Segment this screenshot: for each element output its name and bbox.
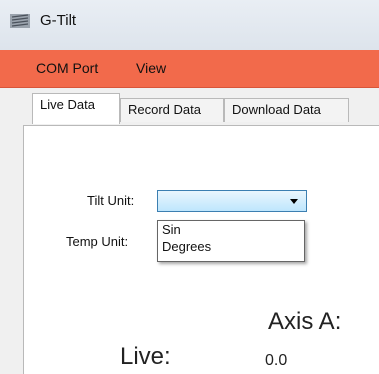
menu-com-port[interactable]: COM Port [36,60,98,76]
tab-record-data[interactable]: Record Data [120,98,224,122]
tab-strip: Live Data Record Data Download Data [0,88,379,126]
tilt-unit-label: Tilt Unit: [87,193,135,208]
app-icon [10,12,30,30]
menu-view[interactable]: View [136,60,166,76]
menu-bar: COM Port View [0,50,379,88]
temp-unit-label: Temp Unit: [66,234,129,249]
app-window: G-Tilt COM Port View Live Data Record Da… [0,0,379,374]
tilt-unit-dropdown-list: Sin Degrees [157,220,305,262]
axis-a-title: Axis A: [268,308,342,335]
chevron-down-icon [290,199,298,204]
tilt-unit-select[interactable] [157,190,307,212]
live-value: 0.0 [265,352,288,369]
tab-download-data[interactable]: Download Data [224,98,349,122]
live-label: Live: [120,343,171,370]
option-sin[interactable]: Sin [162,222,181,237]
tab-live-data[interactable]: Live Data [32,93,120,124]
title-bar[interactable]: G-Tilt [0,0,379,50]
window-title: G-Tilt [40,12,77,29]
option-degrees[interactable]: Degrees [162,239,211,254]
